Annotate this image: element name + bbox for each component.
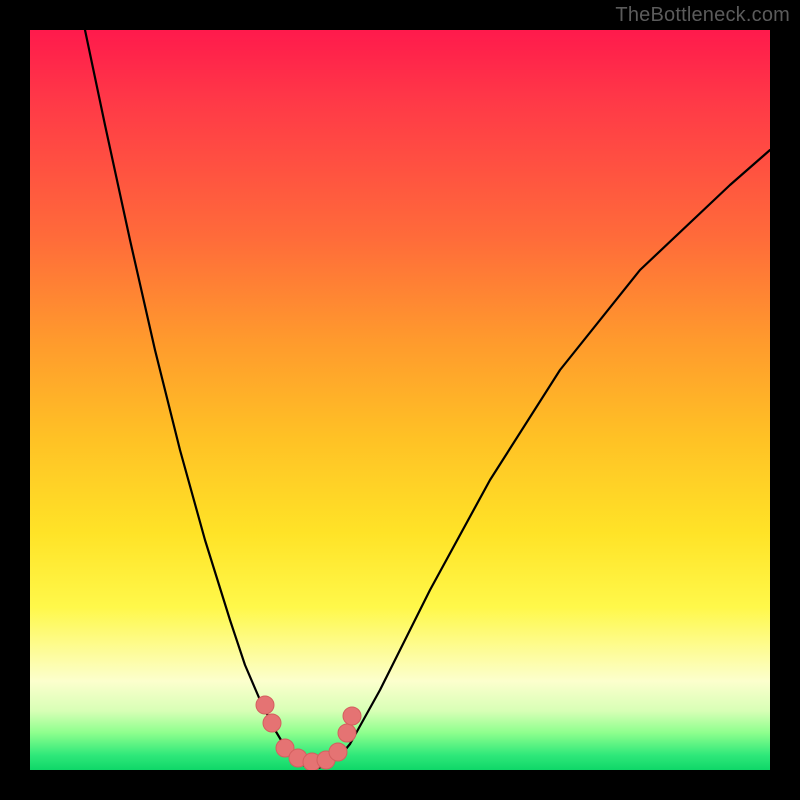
plot-area xyxy=(30,30,770,770)
bottleneck-curve xyxy=(85,30,770,768)
valley-marker xyxy=(329,743,347,761)
valley-marker xyxy=(338,724,356,742)
valley-marker xyxy=(343,707,361,725)
valley-markers xyxy=(256,696,361,770)
curve-svg xyxy=(30,30,770,770)
valley-marker xyxy=(256,696,274,714)
valley-marker xyxy=(263,714,281,732)
chart-frame: TheBottleneck.com xyxy=(0,0,800,800)
watermark-text: TheBottleneck.com xyxy=(615,4,790,27)
